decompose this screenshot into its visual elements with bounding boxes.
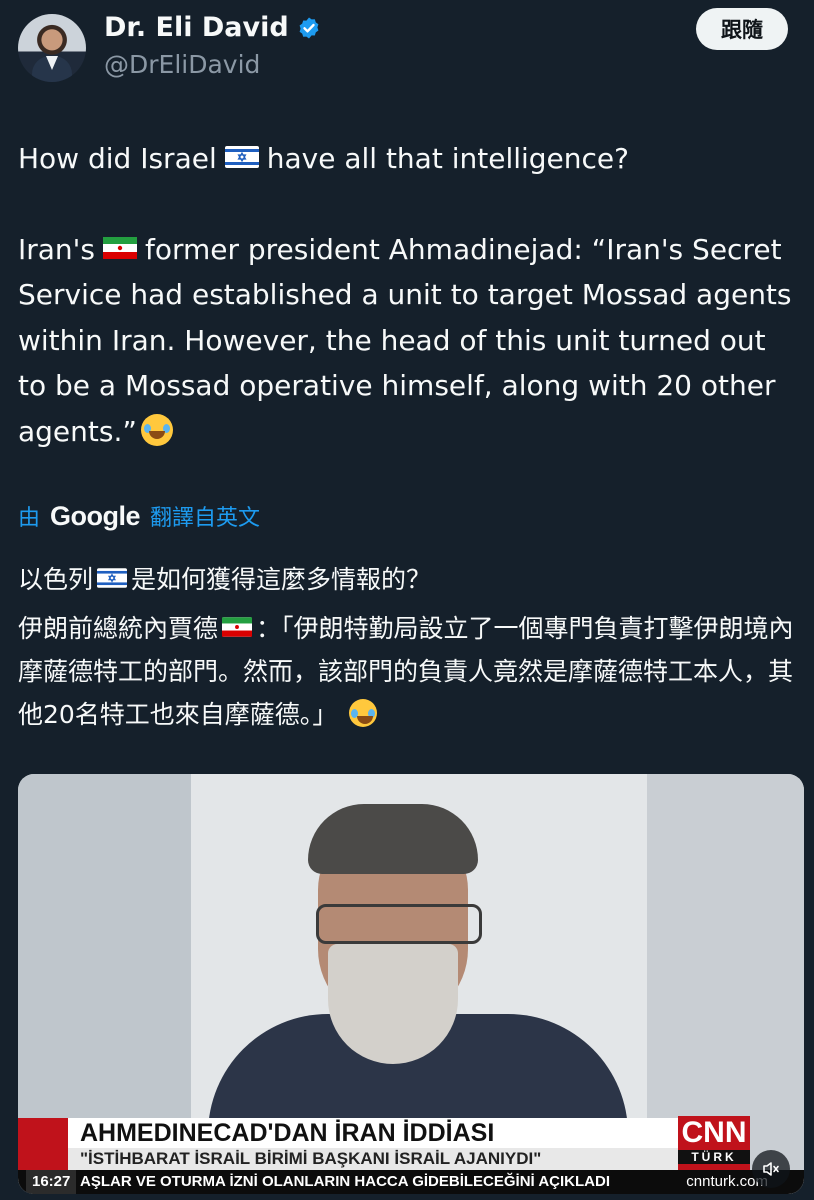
- translated-text: 以色列 是如何獲得這麼多情報的？ 伊朗前總統內賈德 ：「伊朗特勤局設立了一個專門…: [18, 558, 798, 736]
- chyron-accent: [18, 1118, 68, 1170]
- chyron-subheadline: "İSTİHBARAT İSRAİL BİRİMİ BAŞKANI İSRAİL…: [68, 1148, 708, 1170]
- news-ticker: 16:27 AŞLAR VE OTURMA İZNİ OLANLARIN HAC…: [18, 1170, 804, 1194]
- muted-speaker-icon: [763, 1162, 779, 1176]
- israel-flag-icon: [97, 568, 128, 588]
- channel-name: CNN: [681, 1116, 747, 1149]
- author-name[interactable]: Dr. Eli David: [104, 12, 289, 43]
- cnn-turk-logo: CNN TÜRK: [678, 1116, 750, 1170]
- verified-badge-icon: [299, 17, 319, 38]
- follow-button[interactable]: 跟隨: [696, 8, 788, 50]
- israel-flag-icon: [224, 146, 259, 168]
- tweet-header: Dr. Eli David @DrEliDavid 跟隨: [0, 0, 814, 110]
- iran-flag-icon: [102, 236, 137, 259]
- translated-by-label: 由: [18, 506, 41, 531]
- tweet-text-segment: former president Ahmadinejad: “Iran's Se…: [18, 232, 792, 448]
- author-row: Dr. Eli David: [104, 12, 321, 43]
- chyron-headline: AHMEDINECAD'DAN İRAN İDDİASI: [68, 1118, 708, 1148]
- translated-paragraph: 伊朗前總統內賈德 ：「伊朗特勤局設立了一個專門負責打擊伊朗境內摩薩德特工的部門。…: [18, 607, 798, 736]
- translated-text-segment: 是如何獲得這麼多情報的？: [131, 565, 432, 594]
- rofl-emoji-icon: [140, 413, 173, 446]
- rofl-emoji-icon: [349, 699, 378, 727]
- tweet-text-segment: have all that intelligence?: [266, 142, 630, 175]
- translation-attribution: 由 Google 翻譯自英文: [18, 500, 260, 532]
- ticker-text: AŞLAR VE OTURMA İZNİ OLANLARIN HACCA GİD…: [80, 1173, 610, 1190]
- translated-from-label[interactable]: 翻譯自英文: [150, 500, 260, 532]
- tweet-text-segment: How did Israel: [18, 142, 217, 175]
- tweet-paragraph: Iran's former president Ahmadinejad: “Ir…: [18, 227, 798, 455]
- video-player[interactable]: AHMEDINECAD'DAN İRAN İDDİASI "İSTİHBARAT…: [18, 774, 804, 1194]
- google-logo: Google: [50, 500, 141, 531]
- iran-flag-icon: [222, 617, 253, 637]
- ticker-time: 16:27: [26, 1170, 77, 1194]
- mute-button[interactable]: [752, 1150, 790, 1188]
- translated-text-segment: 以色列: [18, 565, 94, 594]
- author-handle[interactable]: @DrEliDavid: [104, 50, 260, 79]
- translated-text-segment: 伊朗前總統內賈德: [18, 614, 219, 643]
- tweet-text-segment: Iran's: [18, 232, 95, 266]
- translated-paragraph: 以色列 是如何獲得這麼多情報的？: [18, 558, 798, 601]
- tweet-paragraph: How did Israel have all that intelligenc…: [18, 136, 798, 182]
- news-chyron: AHMEDINECAD'DAN İRAN İDDİASI "İSTİHBARAT…: [18, 1112, 804, 1194]
- tweet-body: How did Israel have all that intelligenc…: [18, 136, 798, 454]
- avatar[interactable]: [18, 14, 86, 82]
- channel-sub-name: TÜRK: [678, 1150, 750, 1164]
